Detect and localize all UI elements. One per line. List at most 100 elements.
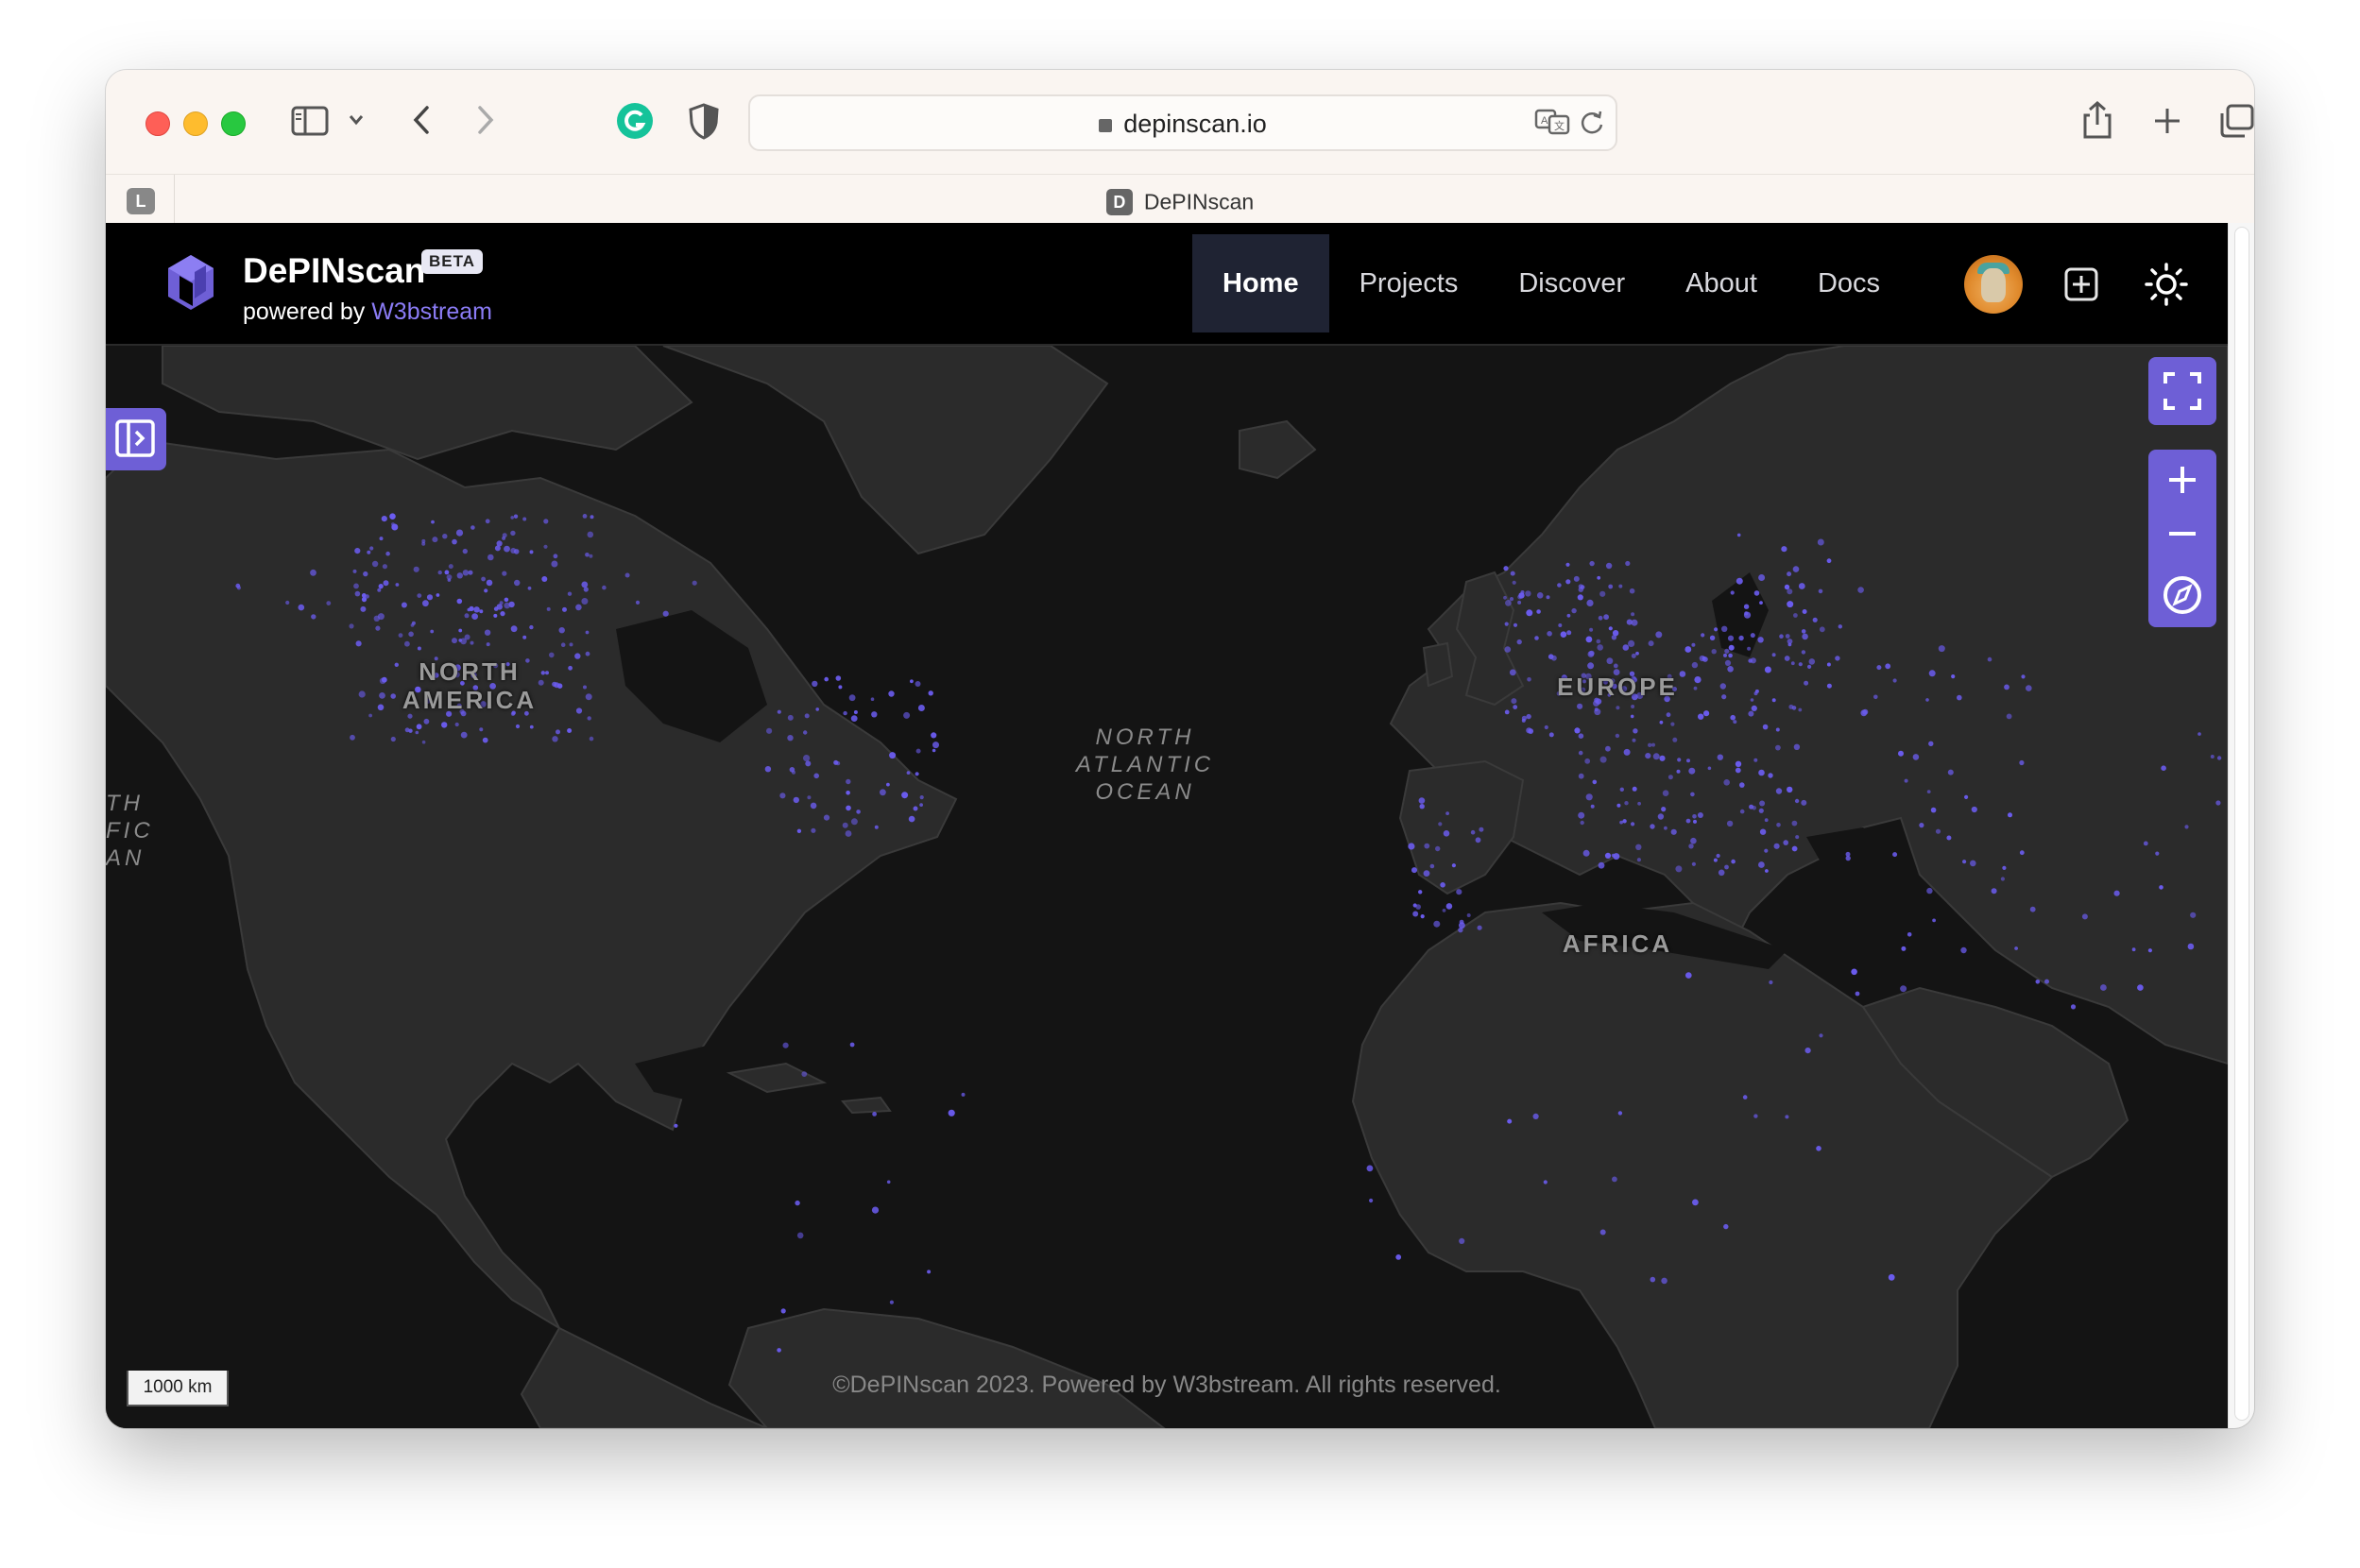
device-dot[interactable] — [1571, 607, 1577, 614]
device-dot[interactable] — [812, 680, 818, 688]
device-dot[interactable] — [1543, 1180, 1548, 1185]
brand-name[interactable]: DePINscan — [243, 251, 425, 291]
device-dot[interactable] — [1599, 590, 1606, 597]
device-dot[interactable] — [354, 548, 361, 554]
device-dot[interactable] — [556, 729, 560, 735]
device-dot[interactable] — [1779, 634, 1784, 639]
device-dot[interactable] — [635, 600, 641, 605]
device-dot[interactable] — [1598, 615, 1603, 621]
device-dot[interactable] — [1586, 599, 1594, 606]
device-dot[interactable] — [2137, 984, 2144, 991]
device-dot[interactable] — [1445, 811, 1449, 815]
device-dot[interactable] — [2216, 756, 2222, 760]
device-dot[interactable] — [1582, 849, 1590, 857]
device-dot[interactable] — [1719, 683, 1727, 690]
device-dot[interactable] — [1817, 538, 1824, 546]
device-dot[interactable] — [1585, 793, 1593, 801]
device-dot[interactable] — [1713, 858, 1718, 862]
device-dot[interactable] — [481, 576, 486, 582]
device-dot[interactable] — [1513, 622, 1518, 627]
device-dot[interactable] — [2019, 759, 2025, 766]
device-dot[interactable] — [1792, 566, 1800, 572]
device-dot[interactable] — [2081, 913, 2088, 920]
device-dot[interactable] — [1369, 1198, 1374, 1203]
device-dot[interactable] — [1758, 769, 1765, 776]
device-dot[interactable] — [853, 710, 858, 714]
device-dot[interactable] — [846, 805, 851, 811]
device-dot[interactable] — [1711, 649, 1717, 655]
device-dot[interactable] — [815, 707, 819, 711]
device-dot[interactable] — [795, 1200, 800, 1206]
device-dot[interactable] — [1935, 828, 1941, 834]
device-dot[interactable] — [1606, 657, 1614, 665]
device-dot[interactable] — [2215, 800, 2221, 806]
device-dot[interactable] — [928, 690, 933, 696]
device-dot[interactable] — [360, 605, 367, 612]
device-dot[interactable] — [444, 570, 450, 575]
device-dot[interactable] — [913, 806, 918, 811]
device-dot[interactable] — [486, 579, 493, 587]
device-dot[interactable] — [1574, 727, 1581, 734]
device-dot[interactable] — [787, 735, 794, 741]
device-dot[interactable] — [1584, 758, 1591, 764]
device-dot[interactable] — [522, 635, 527, 639]
device-dot[interactable] — [401, 602, 407, 608]
device-dot[interactable] — [1520, 590, 1525, 594]
device-dot[interactable] — [1826, 662, 1831, 667]
device-dot[interactable] — [1801, 629, 1806, 634]
device-dot[interactable] — [1594, 707, 1599, 712]
device-dot[interactable] — [1714, 627, 1719, 632]
device-dot[interactable] — [454, 722, 459, 727]
share-icon[interactable] — [2080, 100, 2114, 140]
device-dot[interactable] — [1615, 733, 1620, 739]
device-dot[interactable] — [1775, 788, 1783, 794]
device-dot[interactable] — [903, 711, 911, 719]
device-dot[interactable] — [1504, 646, 1512, 653]
device-dot[interactable] — [915, 681, 921, 687]
device-dot[interactable] — [1566, 630, 1572, 636]
device-dot[interactable] — [1693, 819, 1697, 824]
device-dot[interactable] — [1691, 642, 1696, 647]
device-dot[interactable] — [908, 815, 915, 823]
device-dot[interactable] — [371, 560, 379, 568]
add-project-icon[interactable] — [2063, 266, 2099, 302]
device-dot[interactable] — [835, 675, 842, 681]
device-dot[interactable] — [410, 623, 415, 627]
device-dot[interactable] — [948, 1109, 955, 1116]
device-dot[interactable] — [1435, 845, 1441, 852]
device-dot[interactable] — [1470, 829, 1476, 835]
device-dot[interactable] — [1504, 622, 1509, 626]
device-dot[interactable] — [1757, 637, 1764, 643]
device-dot[interactable] — [582, 514, 588, 519]
device-dot[interactable] — [1907, 932, 1912, 937]
device-dot[interactable] — [543, 519, 549, 524]
device-dot[interactable] — [1724, 659, 1732, 666]
device-dot[interactable] — [1578, 733, 1584, 739]
device-dot[interactable] — [2026, 685, 2032, 691]
device-dot[interactable] — [496, 540, 503, 547]
device-dot[interactable] — [1507, 1118, 1513, 1124]
device-dot[interactable] — [1957, 694, 1962, 701]
device-dot[interactable] — [562, 606, 567, 612]
device-dot[interactable] — [455, 529, 464, 537]
device-dot[interactable] — [1795, 835, 1800, 840]
device-dot[interactable] — [846, 778, 851, 785]
device-dot[interactable] — [1971, 806, 1977, 813]
device-dot[interactable] — [874, 825, 879, 829]
device-dot[interactable] — [1716, 853, 1720, 859]
device-dot[interactable] — [514, 579, 521, 587]
device-dot[interactable] — [1801, 650, 1806, 655]
device-dot[interactable] — [1781, 546, 1787, 553]
device-dot[interactable] — [1420, 914, 1425, 919]
device-dot[interactable] — [1835, 656, 1840, 661]
device-dot[interactable] — [1751, 705, 1757, 711]
device-dot[interactable] — [2021, 674, 2026, 679]
device-dot[interactable] — [1932, 918, 1936, 923]
device-dot[interactable] — [589, 736, 594, 741]
device-dot[interactable] — [426, 594, 434, 601]
device-dot[interactable] — [1589, 560, 1595, 567]
device-dot[interactable] — [1964, 794, 1969, 799]
device-dot[interactable] — [1765, 869, 1769, 873]
device-dot[interactable] — [1794, 798, 1800, 804]
device-dot[interactable] — [807, 795, 812, 800]
